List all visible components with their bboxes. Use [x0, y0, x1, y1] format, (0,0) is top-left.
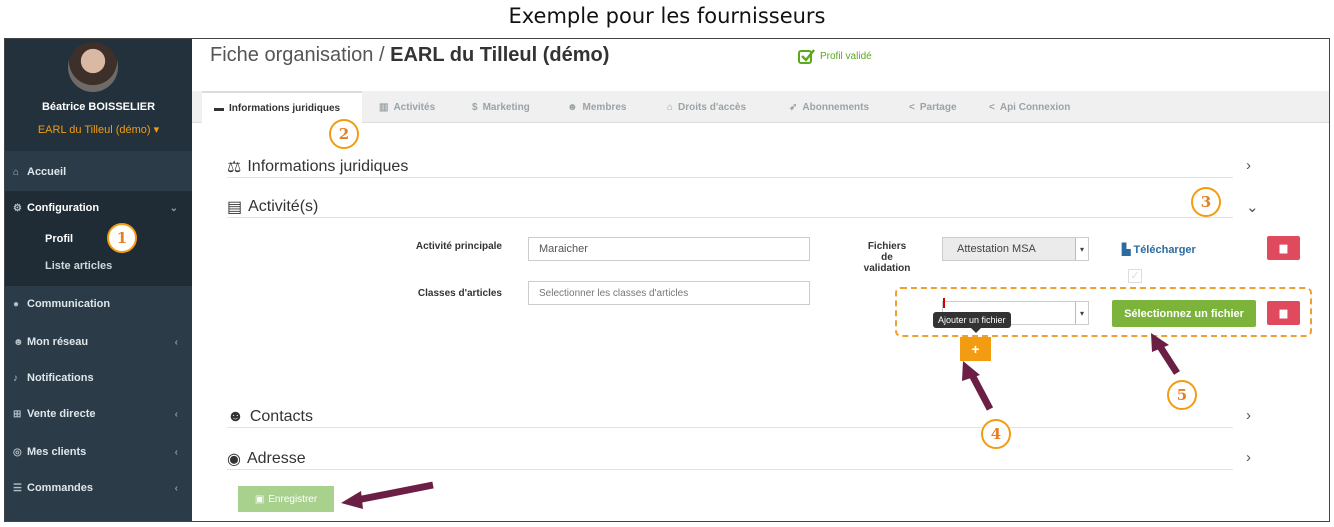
- page-caption: Exemple pour les fournisseurs: [508, 4, 826, 28]
- callout-5: 5: [1167, 380, 1197, 410]
- callout-1: 1: [107, 223, 137, 253]
- callout-4: 4: [981, 419, 1011, 449]
- arrow-save: [341, 481, 434, 509]
- callout-2: 2: [329, 119, 359, 149]
- callout-3: 3: [1191, 187, 1221, 217]
- annotation-arrows: [341, 333, 1180, 509]
- page: Exemple pour les fournisseurs Béatrice B…: [0, 0, 1334, 527]
- arrow-5: [1151, 333, 1180, 375]
- arrow-4: [962, 361, 994, 411]
- screenshot-frame: Béatrice BOISSELIER EARL du Tilleul (dém…: [4, 38, 1330, 522]
